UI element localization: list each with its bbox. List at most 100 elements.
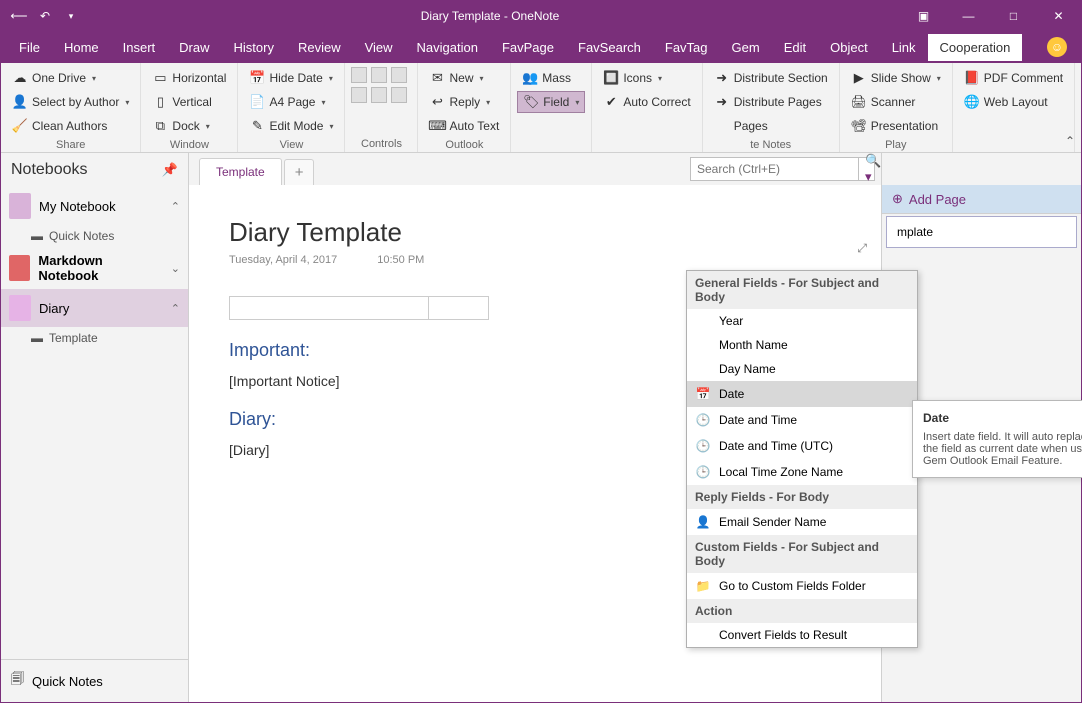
field-menu-item[interactable]: 🕒Date and Time (UTC) xyxy=(687,433,917,459)
quick-notes-button[interactable]: 🗐 Quick Notes xyxy=(1,659,188,702)
fullscreen-icon[interactable]: ⤢ xyxy=(857,241,867,256)
menu-object[interactable]: Object xyxy=(818,34,880,61)
menu-edit[interactable]: Edit xyxy=(772,34,818,61)
menu-link[interactable]: Link xyxy=(880,34,928,61)
ribbon-dock[interactable]: ⧉Dock▾ xyxy=(147,115,231,137)
field-menu-item[interactable]: 📅Date xyxy=(687,381,917,407)
Mass-icon: 👥 xyxy=(522,70,538,86)
PDF Comment-icon: 📕 xyxy=(964,70,980,86)
Auto Correct-icon: ✔ xyxy=(603,94,619,110)
ribbon-scanner[interactable]: 🖨Scanner xyxy=(846,91,946,113)
menu-navigation[interactable]: Navigation xyxy=(405,34,490,61)
control-icon[interactable] xyxy=(351,87,367,103)
notebook-item[interactable]: Diary⌃ xyxy=(1,289,188,327)
control-icon[interactable] xyxy=(391,87,407,103)
add-section-button[interactable]: + xyxy=(284,159,315,185)
ribbon-group-label: View xyxy=(244,137,338,151)
section-tab[interactable]: Template xyxy=(199,158,282,185)
ribbon-auto-correct[interactable]: ✔Auto Correct xyxy=(598,91,695,113)
ribbon-distribute-pages[interactable]: ➜Distribute Pages xyxy=(709,91,833,113)
control-icon[interactable] xyxy=(391,67,407,83)
Hide Date-icon: 📅 xyxy=(249,70,265,86)
ribbon-one-drive[interactable]: ☁One Drive▾ xyxy=(7,67,134,89)
menu-insert[interactable]: Insert xyxy=(111,34,168,61)
close-button[interactable]: ✕ xyxy=(1036,1,1081,31)
ribbon-group-label: Share xyxy=(7,137,134,151)
ribbon: ☁One Drive▾👤Select by Author▾🧹Clean Auth… xyxy=(1,63,1081,153)
chevron-icon[interactable]: ⌃ xyxy=(171,302,180,315)
field-menu-item[interactable]: 📁Go to Custom Fields Folder xyxy=(687,573,917,599)
menu-section-header: Action xyxy=(687,599,917,623)
menu-item-icon: 📅 xyxy=(695,386,711,402)
Horizontal-icon: ▭ xyxy=(152,70,168,86)
page-title[interactable]: Diary Template xyxy=(229,217,841,248)
add-page-button[interactable]: ⊕ Add Page xyxy=(882,185,1081,214)
field-menu-item[interactable]: Month Name xyxy=(687,333,917,357)
ribbon-presentation[interactable]: 📽Presentation xyxy=(846,115,946,137)
ribbon-collapse-icon[interactable]: ⌃ xyxy=(1065,134,1075,148)
field-menu-item[interactable]: 🕒Date and Time xyxy=(687,407,917,433)
ribbon-web-layout[interactable]: 🌐Web Layout xyxy=(959,91,1068,113)
field-menu-item[interactable]: Year xyxy=(687,309,917,333)
ribbon-pdf-comment[interactable]: 📕PDF Comment xyxy=(959,67,1068,89)
ribbon-field[interactable]: 🏷Field▾ xyxy=(517,91,585,113)
minimize-button[interactable]: — xyxy=(946,1,991,31)
maximize-button[interactable]: □ xyxy=(991,1,1036,31)
ribbon-clean-authors[interactable]: 🧹Clean Authors xyxy=(7,115,134,137)
control-icon[interactable] xyxy=(371,67,387,83)
menu-review[interactable]: Review xyxy=(286,34,353,61)
menu-view[interactable]: View xyxy=(353,34,405,61)
chevron-down-icon: ▾ xyxy=(92,74,96,83)
menu-gem[interactable]: Gem xyxy=(720,34,772,61)
search-box[interactable]: 🔍▾ xyxy=(690,157,875,181)
pin-icon[interactable]: 📌 xyxy=(162,162,178,178)
ribbon-horizontal[interactable]: ▭Horizontal xyxy=(147,67,231,89)
New-icon: ✉ xyxy=(429,70,445,86)
back-icon[interactable]: ⟵ xyxy=(11,8,27,24)
field-menu-item[interactable]: 🕒Local Time Zone Name xyxy=(687,459,917,485)
ribbon-edit-mode[interactable]: ✎Edit Mode▾ xyxy=(244,115,338,137)
ribbon-mass[interactable]: 👥Mass xyxy=(517,67,585,89)
field-menu-item[interactable]: Day Name xyxy=(687,357,917,381)
menu-favtag[interactable]: FavTag xyxy=(653,34,720,61)
ribbon-group-label: Outlook xyxy=(424,137,504,151)
menu-item-icon: 🕒 xyxy=(695,438,711,454)
ribbon-vertical[interactable]: ▯Vertical xyxy=(147,91,231,113)
notebook-section[interactable]: ▬Quick Notes xyxy=(1,225,188,247)
Icons-icon: 🔲 xyxy=(603,70,619,86)
ribbon-new[interactable]: ✉New▾ xyxy=(424,67,504,89)
field-menu-item[interactable]: 👤Email Sender Name xyxy=(687,509,917,535)
menu-file[interactable]: File xyxy=(7,34,52,61)
ribbon-select-by-author[interactable]: 👤Select by Author▾ xyxy=(7,91,134,113)
ribbon-display-icon[interactable]: ▣ xyxy=(901,1,946,31)
ribbon-icons[interactable]: 🔲Icons▾ xyxy=(598,67,695,89)
menu-cooperation[interactable]: Cooperation xyxy=(928,34,1023,61)
ribbon-a4-page[interactable]: 📄A4 Page▾ xyxy=(244,91,338,113)
page-list-item[interactable]: mplate xyxy=(886,216,1077,248)
menu-favpage[interactable]: FavPage xyxy=(490,34,566,61)
undo-icon[interactable]: ↶ xyxy=(37,8,53,24)
control-icon[interactable] xyxy=(371,87,387,103)
ribbon-distribute-section[interactable]: ➜Distribute Section xyxy=(709,67,833,89)
qat-customize-icon[interactable]: ▾ xyxy=(63,8,79,24)
chevron-icon[interactable]: ⌃ xyxy=(171,200,180,213)
menu-draw[interactable]: Draw xyxy=(167,34,221,61)
menu-history[interactable]: History xyxy=(222,34,286,61)
menu-home[interactable]: Home xyxy=(52,34,111,61)
ribbon-reply[interactable]: ↩Reply▾ xyxy=(424,91,504,113)
notebook-section[interactable]: ▬Template xyxy=(1,327,188,349)
chevron-icon[interactable]: ⌄ xyxy=(171,262,180,275)
notebook-item[interactable]: Markdown Notebook⌄ xyxy=(1,247,188,289)
ribbon-pages[interactable]: Pages xyxy=(709,115,833,137)
feedback-icon[interactable]: ☺ xyxy=(1047,37,1067,57)
menu-favsearch[interactable]: FavSearch xyxy=(566,34,653,61)
notebook-item[interactable]: My Notebook⌃ xyxy=(1,187,188,225)
chevron-down-icon: ▾ xyxy=(321,98,325,107)
ribbon-auto-text[interactable]: ⌨Auto Text xyxy=(424,115,504,137)
ribbon-slide-show[interactable]: ▶Slide Show▾ xyxy=(846,67,946,89)
field-menu-item[interactable]: Convert Fields to Result xyxy=(687,623,917,647)
control-icon[interactable] xyxy=(351,67,367,83)
search-input[interactable] xyxy=(691,162,858,176)
ribbon-hide-date[interactable]: 📅Hide Date▾ xyxy=(244,67,338,89)
search-icon[interactable]: 🔍▾ xyxy=(858,158,887,180)
